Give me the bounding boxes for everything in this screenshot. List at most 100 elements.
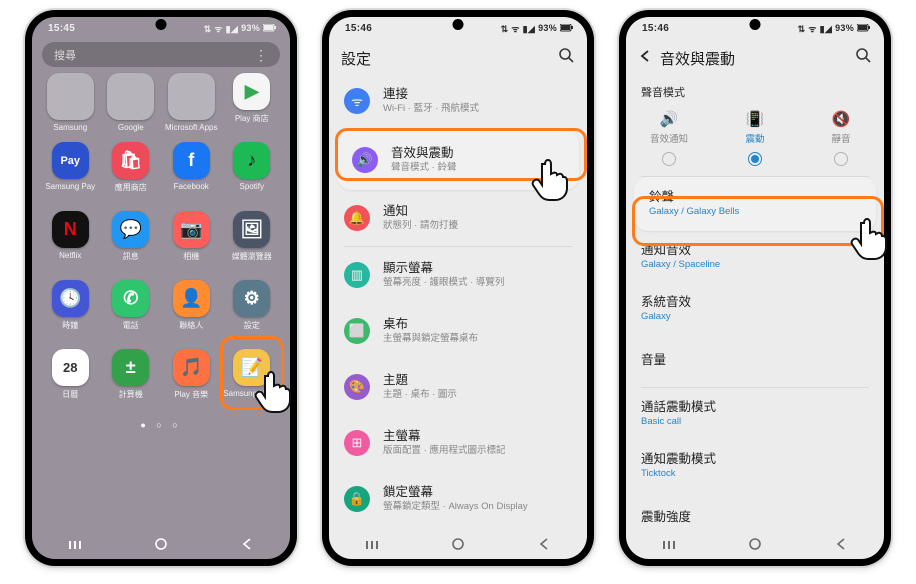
clock: 15:45 — [48, 23, 75, 34]
settings-row-通知[interactable]: 🔔 通知狀態列 · 請勿打擾 — [329, 190, 587, 246]
search-icon[interactable] — [558, 47, 575, 69]
row-title: 通知 — [383, 204, 572, 220]
app-label: Samsung Notes — [223, 389, 280, 398]
app-媒體瀏覽器[interactable]: 🖼媒體瀏覽器 — [222, 211, 283, 276]
row-subtitle: Galaxy — [641, 311, 869, 323]
app-label: Play 商店 — [235, 113, 269, 124]
mode-icon: 🔇 — [832, 110, 851, 128]
back-icon[interactable] — [638, 49, 652, 67]
nav-recents[interactable] — [352, 538, 392, 551]
mode-icon: 🔊 — [660, 110, 679, 128]
sound-row-系統音效[interactable]: 系統音效Galaxy — [626, 283, 884, 335]
app-Play 音樂[interactable]: 🎵Play 音樂 — [161, 349, 222, 414]
settings-row-桌布[interactable]: ⬜桌布主螢幕與鎖定螢幕桌布 — [329, 303, 587, 359]
row-title: 通話震動模式 — [641, 400, 869, 416]
nav-back[interactable] — [227, 536, 267, 552]
nav-home[interactable] — [735, 536, 775, 552]
app-應用商店[interactable]: 🛍應用商店 — [101, 142, 162, 207]
nav-recents[interactable] — [55, 538, 95, 551]
row-icon: 🎨 — [344, 374, 370, 400]
row-icon: ⬜ — [344, 318, 370, 344]
row-subtitle: Wi-Fi · 藍牙 · 飛航模式 — [383, 103, 572, 115]
sound-mode-震動[interactable]: 📳震動 — [712, 104, 798, 176]
sound-row-音量[interactable]: 音量 — [626, 335, 884, 387]
nav-home[interactable] — [438, 536, 478, 552]
nav-bar — [626, 529, 884, 559]
app-Play 商店[interactable]: ▶Play 商店 — [222, 73, 283, 138]
sound-mode-音效通知[interactable]: 🔊音效通知 — [626, 104, 712, 176]
app-Facebook[interactable]: fFacebook — [161, 142, 222, 207]
app-label: Samsung — [53, 123, 87, 132]
settings-row-主題[interactable]: 🎨主題主題 · 桌布 · 圖示 — [329, 359, 587, 415]
row-title: 主螢幕 — [383, 429, 572, 445]
app-label: 聯絡人 — [179, 320, 203, 331]
row-subtitle: Basic call — [641, 416, 869, 428]
search-bar[interactable]: 搜尋 ⋮ — [42, 42, 280, 67]
app-label: 電話 — [123, 320, 139, 331]
nav-bar — [329, 529, 587, 559]
app-Netflix[interactable]: NNetflix — [40, 211, 101, 276]
app-時鐘[interactable]: 🕓時鐘 — [40, 280, 101, 345]
sound-row-鈴聲[interactable]: 鈴聲Galaxy / Galaxy Bells — [634, 178, 876, 230]
row-subtitle: 螢幕亮度 · 護眼模式 · 導覽列 — [383, 277, 572, 289]
status-indicators: ⇅ ᯤ ▮◢ 93% — [798, 22, 870, 35]
app-Samsung Pay[interactable]: PaySamsung Pay — [40, 142, 101, 207]
app-電話[interactable]: ✆ 電話 — [101, 280, 162, 345]
clock: 15:46 — [345, 23, 372, 34]
app-label: 設定 — [244, 320, 260, 331]
sound-mode-靜音[interactable]: 🔇靜音 — [798, 104, 884, 176]
settings-row-音效與震動[interactable]: 🔊音效與震動聲音模式 · 鈴聲 — [337, 132, 579, 188]
page-title: 設定 — [341, 48, 371, 69]
settings-row-顯示螢幕[interactable]: ▥顯示螢幕螢幕亮度 · 護眼模式 · 導覽列 — [329, 247, 587, 303]
row-title: 通知震動模式 — [641, 452, 869, 468]
row-icon: ▥ — [344, 262, 370, 288]
app-計算機[interactable]: ±計算機 — [101, 349, 162, 414]
app-icon: ♪ — [233, 142, 270, 179]
app-相機[interactable]: 📷相機 — [161, 211, 222, 276]
app-Samsung Notes[interactable]: 📝 Samsung Notes — [222, 349, 283, 414]
app-icon: 📝 — [233, 349, 270, 386]
camera-punch-hole — [156, 19, 167, 30]
sound-header: 音效與震動 — [626, 39, 884, 75]
app-icon — [168, 73, 215, 120]
app-icon: 🎵 — [173, 349, 210, 386]
sound-row-震動強度[interactable]: 震動強度 — [626, 492, 884, 529]
mode-label: 震動 — [745, 131, 764, 145]
settings-row-主螢幕[interactable]: ⊞主螢幕版面配置 · 應用程式圖示標記 — [329, 415, 587, 471]
app-訊息[interactable]: 💬訊息 — [101, 211, 162, 276]
app-Microsoft Apps[interactable]: Microsoft Apps — [161, 73, 222, 138]
settings-row-鎖定螢幕[interactable]: 🔒鎖定螢幕螢幕鎖定類型 · Always On Display — [329, 471, 587, 527]
sound-mode-selector: 🔊音效通知📳震動🔇靜音 — [626, 104, 884, 176]
sound-row-通知震動模式[interactable]: 通知震動模式Ticktock — [626, 440, 884, 492]
row-icon: ᯤ — [344, 88, 370, 114]
app-Samsung[interactable]: Samsung — [40, 73, 101, 138]
row-title: 系統音效 — [641, 295, 869, 311]
row-subtitle: Galaxy / Spaceline — [641, 259, 869, 271]
sound-row-通話震動模式[interactable]: 通話震動模式Basic call — [626, 388, 884, 440]
radio-icon — [748, 152, 762, 166]
app-Spotify[interactable]: ♪Spotify — [222, 142, 283, 207]
app-聯絡人[interactable]: 👤聯絡人 — [161, 280, 222, 345]
sound-row-通知音效[interactable]: 通知音效Galaxy / Spaceline — [626, 231, 884, 283]
sound-settings-list[interactable]: 聲音模式 🔊音效通知📳震動🔇靜音 鈴聲Galaxy / Galaxy Bells… — [626, 73, 884, 529]
app-icon: 💬 — [112, 211, 149, 248]
row-icon: 🔊 — [352, 147, 378, 173]
app-日曆[interactable]: 28日曆 — [40, 349, 101, 414]
settings-row-連接[interactable]: ᯤ連接Wi-Fi · 藍牙 · 飛航模式 — [329, 73, 587, 129]
radio-icon — [834, 152, 848, 166]
row-icon: 🔔 — [344, 205, 370, 231]
app-icon: 28 — [52, 349, 89, 386]
nav-recents[interactable] — [649, 538, 689, 551]
settings-list[interactable]: ᯤ連接Wi-Fi · 藍牙 · 飛航模式🔊音效與震動聲音模式 · 鈴聲 🔔 通知狀態… — [329, 73, 587, 529]
app-設定[interactable]: ⚙設定 — [222, 280, 283, 345]
nav-home[interactable] — [141, 536, 181, 552]
app-Google[interactable]: Google — [101, 73, 162, 138]
app-icon: ✆ — [112, 280, 149, 317]
nav-back[interactable] — [524, 536, 564, 552]
search-icon[interactable] — [855, 47, 872, 69]
app-label: Samsung Pay — [45, 182, 95, 191]
row-subtitle: 主螢幕與鎖定螢幕桌布 — [383, 333, 572, 345]
row-subtitle: 主題 · 桌布 · 圖示 — [383, 389, 572, 401]
row-subtitle: 狀態列 · 請勿打擾 — [383, 220, 572, 232]
nav-back[interactable] — [821, 536, 861, 552]
